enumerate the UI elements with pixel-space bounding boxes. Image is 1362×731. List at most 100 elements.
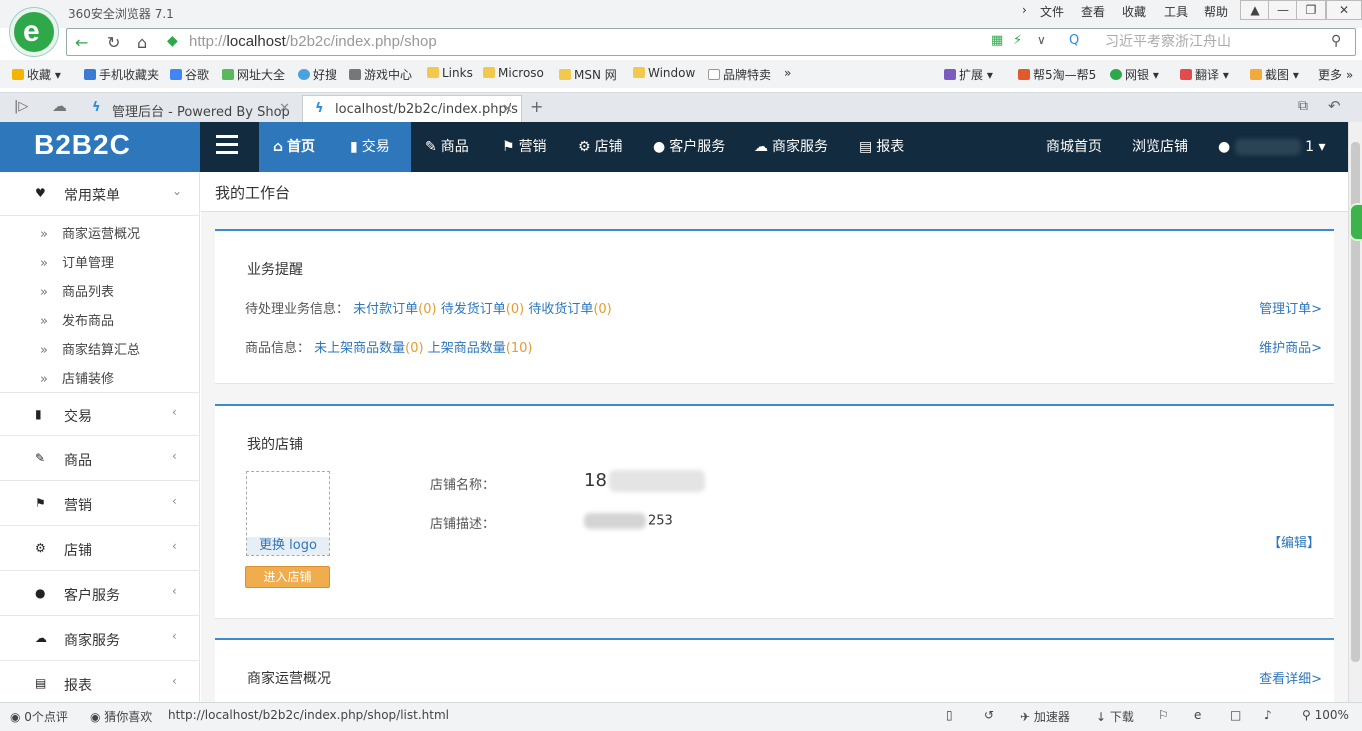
guess-you-like[interactable]: ◉ 猜你喜欢 <box>90 708 152 725</box>
sidebar-common-menu[interactable]: ♥ 常用菜单 ⌄ <box>0 172 200 216</box>
bookmark-extensions[interactable]: 扩展 ▾ <box>944 66 993 83</box>
enter-shop-button[interactable]: 进入店铺 <box>245 566 330 588</box>
sidebar-item-customer-service[interactable]: ● 客户服务 ‹ <box>0 572 200 616</box>
bookmark-screenshot[interactable]: 截图 ▾ <box>1250 66 1299 83</box>
nav-marketing[interactable]: ⚑ 营销 <box>488 122 561 172</box>
qr-code-icon[interactable]: ▦ <box>991 33 1003 48</box>
nav-customer-service[interactable]: ● 客户服务 <box>639 122 739 172</box>
online-goods-link[interactable]: 上架商品数量(10) <box>428 341 533 356</box>
sync-icon[interactable]: ↺ <box>984 708 994 722</box>
bookmark-microsoft[interactable]: Microso <box>483 66 544 80</box>
menu-favorites[interactable]: 收藏 <box>1122 3 1146 20</box>
back-icon[interactable]: ← <box>75 33 88 52</box>
sidebar-toggle-icon[interactable]: |▷ <box>14 99 28 114</box>
change-logo-button[interactable]: 更换 logo <box>247 537 329 555</box>
sidebar-item-marketing[interactable]: ⚑ 营销 ‹ <box>0 482 200 526</box>
refresh-icon[interactable]: ↻ <box>107 33 120 52</box>
bookmark-bang5[interactable]: 帮5淘—帮5 <box>1018 66 1096 83</box>
minimize-button[interactable]: — <box>1268 0 1298 20</box>
maintain-goods-link[interactable]: 维护商品> <box>1259 337 1322 356</box>
app-top-nav: B2B2C ⌂ 首页 ▮ 交易 ✎ 商品 ⚑ 营销 ⚙ 店铺 ● 客户服务 ☁ 商家服务 ▤ 报… <box>0 122 1348 172</box>
offline-goods-link[interactable]: 未上架商品数量(0) <box>314 341 423 356</box>
browser-logo-icon[interactable]: e <box>10 8 58 56</box>
sidebar-sub-settlement[interactable]: » 商家结算汇总 <box>40 339 140 358</box>
ie-mode-icon[interactable]: e <box>1194 708 1201 722</box>
bookmark-google[interactable]: 谷歌 <box>170 66 209 83</box>
comments-status[interactable]: ◉ 0个点评 <box>10 708 68 725</box>
to-receive-orders-link[interactable]: 待收货订单(0) <box>528 302 611 317</box>
close-window-button[interactable]: ✕ <box>1326 0 1362 20</box>
zoom-level[interactable]: ⚲ 100% <box>1302 708 1349 722</box>
bookmark-games[interactable]: 游戏中心 <box>349 66 412 83</box>
edit-shop-link[interactable]: 【编辑】 <box>1268 532 1320 551</box>
undo-close-icon[interactable]: ↶ <box>1328 97 1341 115</box>
sidebar-item-reports[interactable]: ▤ 报表 ‹ <box>0 662 200 706</box>
sidebar-sub-goods-list[interactable]: » 商品列表 <box>40 281 114 300</box>
bookmarks-bar: 收藏 ▾ 手机收藏夹 谷歌 网址大全 好搜 游戏中心 Links Microso… <box>0 60 1362 88</box>
mobile-icon[interactable]: ▯ <box>946 708 953 722</box>
view-details-link[interactable]: 查看详细> <box>1259 668 1322 687</box>
bookmark-more-chevron-icon[interactable]: » <box>784 66 791 80</box>
tab-admin[interactable]: ϟ 管理后台 - Powered By Shop ✕ <box>80 95 298 123</box>
tab-list-icon[interactable]: ⧉ <box>1298 98 1308 114</box>
floating-assistant-icon[interactable] <box>1349 203 1362 241</box>
unpaid-orders-link[interactable]: 未付款订单(0) <box>353 302 436 317</box>
menu-file[interactable]: 文件 <box>1040 3 1064 20</box>
menu-chevron-icon[interactable]: › <box>1022 3 1027 17</box>
menu-help[interactable]: 帮助 <box>1204 3 1228 20</box>
accelerator-button[interactable]: ✈ 加速器 <box>1020 708 1070 725</box>
sidebar-sub-overview[interactable]: » 商家运营概况 <box>40 223 140 242</box>
sidebar-sub-publish[interactable]: » 发布商品 <box>40 310 114 329</box>
nav-trade[interactable]: ▮ 交易 <box>336 122 404 172</box>
sidebar-item-store[interactable]: ⚙ 店铺 ‹ <box>0 527 200 571</box>
flag-icon[interactable]: ⚐ <box>1158 708 1169 722</box>
url-input[interactable]: http://localhost/b2b2c/index.php/shop <box>189 33 437 50</box>
window-icon[interactable]: □ <box>1230 708 1241 722</box>
to-ship-orders-link[interactable]: 待发货订单(0) <box>441 302 524 317</box>
home-browser-icon[interactable]: ⌂ <box>137 33 147 52</box>
tab-shop[interactable]: ϟ localhost/b2b2c/index.php/s ✕ <box>302 95 522 123</box>
tab-close-icon[interactable]: ✕ <box>502 102 513 117</box>
bookmark-msn[interactable]: MSN 网 <box>559 66 617 83</box>
menu-tools[interactable]: 工具 <box>1164 3 1188 20</box>
bookmark-portal[interactable]: 网址大全 <box>222 66 285 83</box>
bookmark-haosou[interactable]: 好搜 <box>298 66 337 83</box>
bookmark-favorites[interactable]: 收藏 ▾ <box>12 66 61 83</box>
download-button[interactable]: ↓ 下载 <box>1096 708 1134 725</box>
hamburger-menu-icon[interactable] <box>216 135 238 157</box>
sidebar-item-goods[interactable]: ✎ 商品 ‹ <box>0 437 200 481</box>
sidebar-item-merchant-service[interactable]: ☁ 商家服务 ‹ <box>0 617 200 661</box>
maximize-button[interactable]: ❐ <box>1296 0 1326 20</box>
nav-browse-store[interactable]: 浏览店铺 <box>1118 122 1202 172</box>
nav-reports[interactable]: ▤ 报表 <box>845 122 918 172</box>
chevron-left-icon: ‹ <box>172 494 177 508</box>
bookmark-windows[interactable]: Window <box>633 66 695 80</box>
volume-icon[interactable]: ♪ <box>1264 708 1272 722</box>
search-engine-icon[interactable]: Q <box>1069 33 1079 48</box>
new-tab-icon[interactable]: + <box>530 97 543 116</box>
bookmark-translate[interactable]: 翻译 ▾ <box>1180 66 1229 83</box>
skin-button[interactable]: ▲ <box>1240 0 1270 20</box>
brand-logo[interactable]: B2B2C <box>0 122 200 172</box>
manage-orders-link[interactable]: 管理订单> <box>1259 298 1322 317</box>
bookmark-more[interactable]: 更多 » <box>1318 66 1353 83</box>
sidebar-sub-orders[interactable]: » 订单管理 <box>40 252 114 271</box>
search-icon[interactable]: ⚲ <box>1331 33 1341 49</box>
search-input[interactable]: 习近平考察浙江舟山 <box>1085 31 1335 53</box>
cloud-tab-icon[interactable]: ☁ <box>52 97 67 115</box>
sidebar-item-trade[interactable]: ▮ 交易 ‹ <box>0 392 200 436</box>
nav-store[interactable]: ⚙ 店铺 <box>564 122 637 172</box>
nav-merchant-service[interactable]: ☁ 商家服务 <box>740 122 842 172</box>
bookmark-brand-sale[interactable]: 品牌特卖 <box>708 66 771 83</box>
user-menu[interactable]: ● 1 ▾ <box>1204 122 1340 172</box>
bookmark-links[interactable]: Links <box>427 66 473 80</box>
url-dropdown-icon[interactable]: ∨ <box>1037 33 1046 47</box>
menu-view[interactable]: 查看 <box>1081 3 1105 20</box>
bookmark-bank[interactable]: 网银 ▾ <box>1110 66 1159 83</box>
speed-mode-icon[interactable]: ⚡ <box>1013 33 1022 48</box>
sidebar-sub-decoration[interactable]: » 店铺装修 <box>40 368 114 387</box>
nav-mall-home[interactable]: 商城首页 <box>1032 122 1116 172</box>
bookmark-mobile[interactable]: 手机收藏夹 <box>84 66 159 83</box>
tab-close-icon[interactable]: ✕ <box>279 101 290 116</box>
nav-goods[interactable]: ✎ 商品 <box>411 122 483 172</box>
